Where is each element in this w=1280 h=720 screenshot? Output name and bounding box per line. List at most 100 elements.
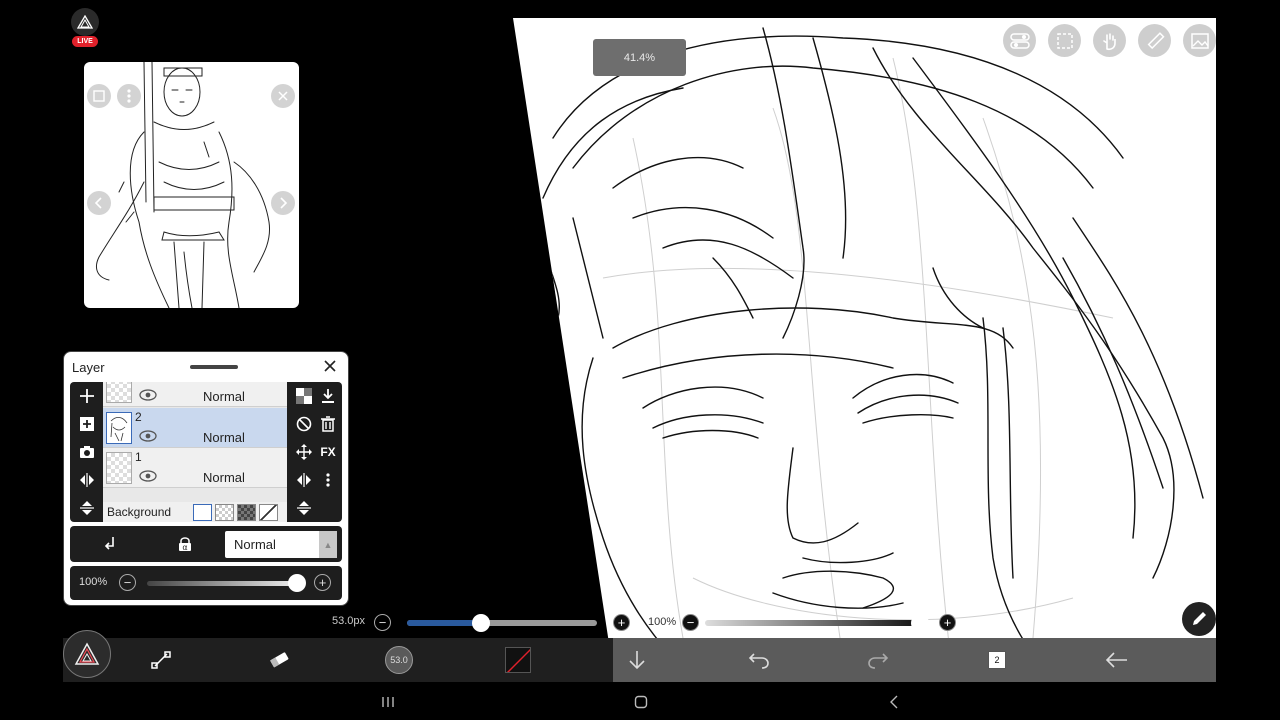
layer-number: 3	[135, 382, 142, 383]
reference-next-icon[interactable]	[271, 191, 295, 215]
reference-close-icon[interactable]	[271, 84, 295, 108]
drawing-canvas[interactable]	[513, 18, 1216, 682]
recent-apps-icon[interactable]	[378, 692, 398, 712]
brush-size-minus-button[interactable]: −	[374, 614, 391, 631]
transparency-checker-icon[interactable]	[292, 382, 316, 410]
selection-icon[interactable]	[1048, 24, 1081, 57]
live-badge: LIVE	[72, 36, 98, 47]
background-row[interactable]: Background	[103, 502, 287, 522]
android-navigation-bar	[0, 684, 1280, 720]
opacity-plus-button[interactable]: +	[314, 574, 331, 591]
pen-icon	[1193, 612, 1206, 625]
sketch-artwork	[542, 27, 1204, 679]
brush-size-icon[interactable]: 53.0	[381, 638, 417, 682]
brush-opacity-slider[interactable]	[705, 620, 920, 626]
alpha-lock-icon[interactable]: α	[176, 535, 194, 553]
add-layer-icon[interactable]	[75, 382, 99, 410]
visibility-eye-icon[interactable]	[139, 470, 157, 482]
camera-icon[interactable]	[75, 438, 99, 466]
opacity-minus-button[interactable]: −	[119, 574, 136, 591]
layer-blend-mode: Normal	[203, 389, 245, 404]
redo-icon[interactable]	[860, 638, 896, 682]
brush-size-knob[interactable]	[472, 614, 491, 632]
flip-vertical-icon[interactable]	[75, 494, 99, 522]
blend-mode-bar: α Normal ▲	[70, 526, 342, 562]
layer-number: 2	[135, 410, 142, 424]
brush-opacity-knob[interactable]	[911, 614, 929, 632]
back-arrow-icon[interactable]	[1099, 638, 1135, 682]
reference-square-icon[interactable]	[87, 84, 111, 108]
transform-icon[interactable]	[143, 638, 179, 682]
move-icon[interactable]	[292, 438, 316, 466]
pen-mode-button[interactable]	[1182, 602, 1216, 636]
layer-row[interactable]: 3 Normal	[103, 382, 287, 407]
layer-right-tools: FX	[292, 382, 340, 522]
app-menu-icon[interactable]	[63, 630, 111, 678]
background-none-swatch[interactable]	[259, 503, 278, 521]
layer-row[interactable]: 2 Normal	[103, 408, 287, 448]
flip-vertical-layer-icon[interactable]	[292, 494, 316, 522]
background-checker-dark-swatch[interactable]	[237, 503, 256, 521]
more-options-icon[interactable]	[316, 466, 340, 494]
reference-menu-icon[interactable]	[117, 84, 141, 108]
clipping-mask-icon[interactable]	[292, 410, 316, 438]
home-icon[interactable]	[631, 692, 651, 712]
layer-number: 1	[135, 450, 142, 464]
undo-icon[interactable]	[741, 638, 777, 682]
visibility-eye-icon[interactable]	[139, 430, 157, 442]
flip-horizontal-icon[interactable]	[75, 466, 99, 494]
eraser-icon[interactable]	[261, 638, 297, 682]
brush-opacity-minus-button[interactable]: −	[682, 614, 699, 631]
layer-count-icon[interactable]: 2	[979, 638, 1015, 682]
image-icon[interactable]	[1183, 24, 1216, 57]
color-swatch-icon[interactable]	[500, 638, 536, 682]
layer-opacity-slider[interactable]	[147, 581, 297, 586]
layer-blend-mode: Normal	[203, 470, 245, 485]
background-white-swatch[interactable]	[193, 503, 212, 521]
layer-opacity-label: 100%	[79, 576, 108, 588]
blend-mode-value: Normal	[234, 537, 276, 552]
dropdown-arrow-icon[interactable]: ▲	[319, 531, 337, 558]
panel-drag-handle[interactable]	[190, 365, 238, 369]
canvas-top-tools	[1003, 24, 1216, 57]
brush-size-plus-button[interactable]: +	[613, 614, 630, 631]
layer-thumbnail	[106, 412, 132, 444]
layer-row[interactable]: 1 Normal	[103, 448, 287, 488]
nav-back-icon[interactable]	[884, 692, 904, 712]
layer-thumbnail	[106, 382, 132, 403]
add-special-layer-icon[interactable]	[75, 410, 99, 438]
layer-blend-mode: Normal	[203, 430, 245, 445]
brush-opacity-plus-button[interactable]: +	[939, 614, 956, 631]
brush-size-label: 53.0px	[332, 615, 366, 627]
reference-window[interactable]	[84, 62, 299, 308]
layer-thumbnail	[106, 452, 132, 484]
live-indicator[interactable]: LIVE	[71, 8, 99, 47]
download-arrow-icon[interactable]	[619, 638, 655, 682]
blend-mode-select[interactable]: Normal ▲	[225, 531, 337, 558]
layer-panel-header[interactable]: Layer	[64, 352, 348, 382]
trash-icon[interactable]	[316, 410, 340, 438]
layer-list[interactable]: 3 Normal 2 Normal 1 Normal Background	[103, 382, 287, 522]
background-checker-light-swatch[interactable]	[215, 503, 234, 521]
download-layer-icon[interactable]	[316, 382, 340, 410]
layer-left-tools	[72, 382, 102, 522]
reference-prev-icon[interactable]	[87, 191, 111, 215]
bottom-toolbar: 53.0 2	[63, 638, 1216, 682]
layer-opacity-knob[interactable]	[288, 574, 306, 592]
brush-opacity-label: 100%	[648, 616, 677, 628]
layer-count-badge: 2	[988, 651, 1006, 669]
visibility-eye-icon[interactable]	[139, 389, 157, 401]
hand-gesture-icon[interactable]	[1093, 24, 1126, 57]
flip-horizontal-layer-icon[interactable]	[292, 466, 316, 494]
layer-panel[interactable]: Layer 3	[63, 351, 349, 606]
zoom-level-badge: 41.4%	[593, 39, 686, 76]
merge-down-icon[interactable]	[100, 535, 118, 553]
current-color-swatch	[505, 647, 531, 673]
close-icon[interactable]	[322, 358, 338, 374]
fx-button[interactable]: FX	[316, 438, 340, 466]
toggle-icon[interactable]	[1003, 24, 1036, 57]
layer-opacity-row: 100% − +	[70, 566, 342, 600]
ruler-icon[interactable]	[1138, 24, 1171, 57]
brush-size-slider[interactable]	[407, 620, 597, 626]
svg-text:α: α	[182, 543, 187, 552]
